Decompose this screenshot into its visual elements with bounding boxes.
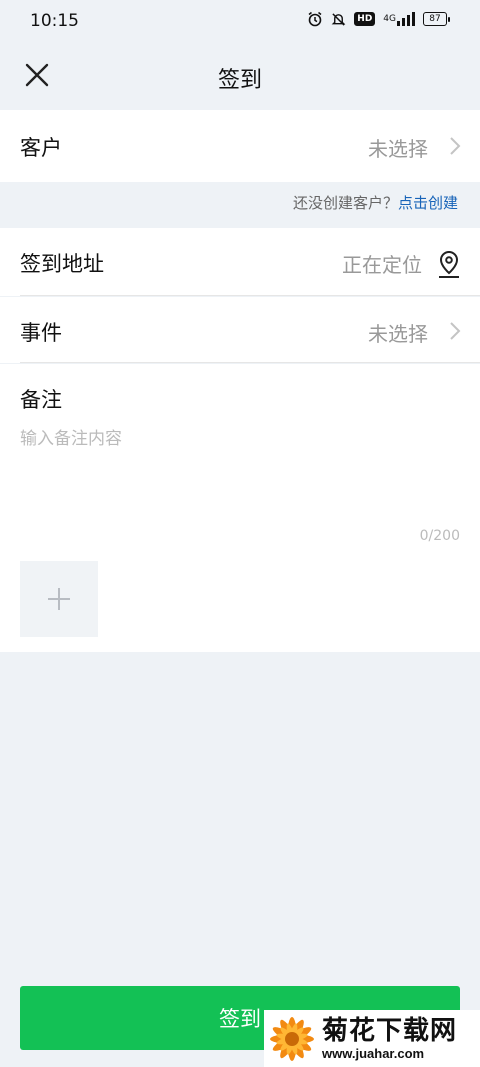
chevron-right-icon	[450, 322, 461, 340]
status-time: 10:15	[30, 11, 79, 31]
flower-logo-icon	[270, 1016, 314, 1061]
battery-level: 87	[423, 12, 447, 26]
status-bar: 10:15 HD 4G 87	[0, 0, 480, 44]
customer-value: 未选择	[368, 137, 428, 161]
create-customer-hint: 还没创建客户？点击创建	[293, 192, 458, 213]
signal-icon: 4G	[383, 12, 415, 26]
title-bar: 签到	[0, 44, 480, 108]
event-row[interactable]: 事件 未选择	[0, 297, 480, 363]
alarm-icon	[307, 11, 323, 27]
customer-row[interactable]: 客户 未选择	[0, 110, 480, 182]
watermark: 菊花下载网 www.juahar.com	[264, 1010, 480, 1067]
customer-label: 客户	[20, 136, 62, 160]
watermark-title: 菊花下载网	[322, 1016, 458, 1046]
status-icons: HD 4G 87	[307, 11, 450, 27]
bell-muted-icon	[331, 12, 346, 27]
battery-icon: 87	[423, 12, 450, 26]
address-label: 签到地址	[20, 252, 104, 276]
address-row[interactable]: 签到地址 正在定位	[0, 228, 480, 296]
notes-section: 备注 0/200	[0, 364, 480, 652]
plus-icon	[48, 588, 70, 610]
divider	[20, 295, 480, 296]
divider	[20, 362, 480, 363]
create-customer-link[interactable]: 点击创建	[398, 194, 458, 212]
hint-text: 还没创建客户？	[292, 194, 398, 212]
check-in-button-label: 签到	[219, 1007, 261, 1031]
event-label: 事件	[20, 321, 62, 345]
address-value: 正在定位	[342, 253, 422, 277]
add-photo-button[interactable]	[20, 561, 98, 637]
network-type: 4G	[383, 14, 396, 24]
notes-input[interactable]	[20, 424, 460, 524]
page-title: 签到	[217, 68, 262, 93]
location-pin-icon[interactable]	[436, 250, 462, 280]
event-value: 未选择	[368, 322, 428, 346]
notes-label: 备注	[20, 388, 62, 412]
chevron-right-icon	[450, 137, 461, 155]
watermark-url: www.juahar.com	[322, 1046, 425, 1061]
hd-icon: HD	[354, 12, 376, 26]
char-counter: 0/200	[419, 528, 460, 544]
